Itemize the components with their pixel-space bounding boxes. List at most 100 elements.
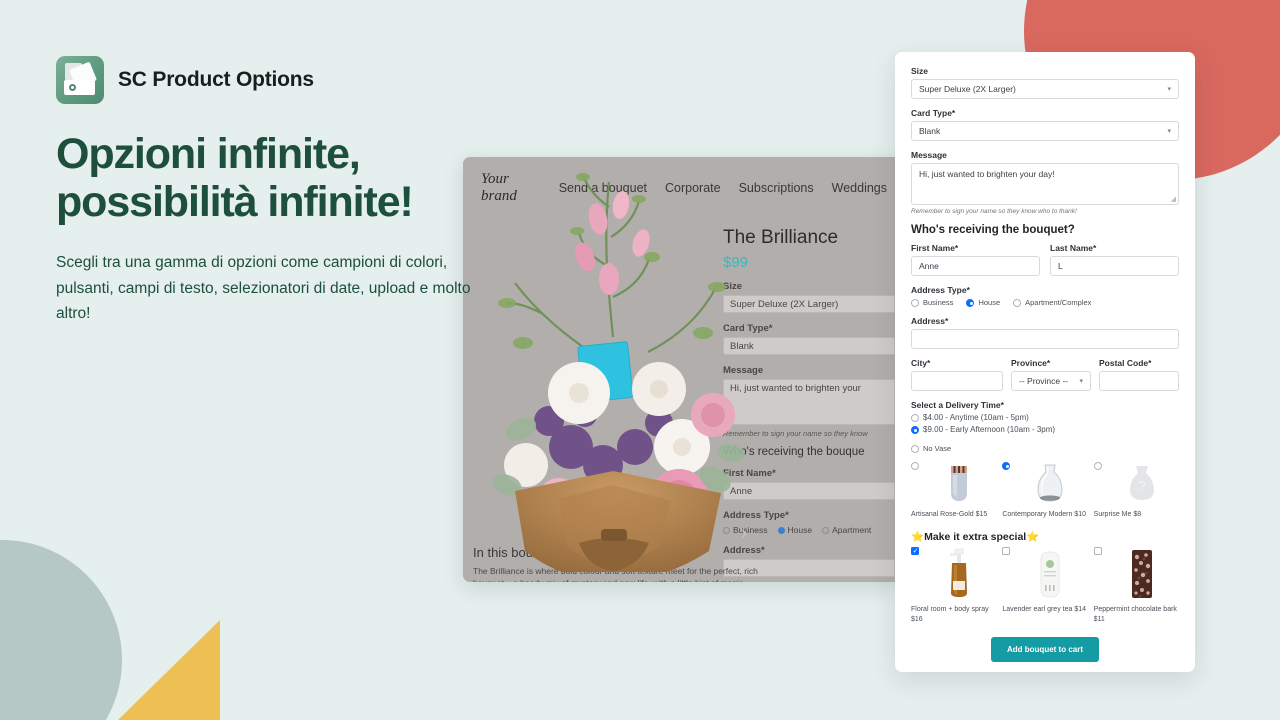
svg-text:?: ? — [1138, 478, 1145, 493]
city-label: City* — [911, 358, 931, 368]
checkbox-icon[interactable] — [1093, 547, 1102, 556]
postal-code-input[interactable] — [1099, 371, 1179, 391]
chevron-right-icon[interactable]: › — [741, 523, 747, 545]
vase-artisanal-rose-gold-image — [922, 462, 996, 506]
mock-receiving-heading: Who's receiving the bouque — [723, 446, 865, 458]
address-type-group[interactable]: Business House Apartment/Complex — [911, 298, 1179, 307]
mock-radio-apartment[interactable]: Apartment — [822, 525, 871, 535]
address-type-field: Address Type* Business House Apartment/C… — [911, 285, 1179, 307]
first-name-label: First Name* — [911, 243, 959, 253]
first-name-field: First Name* Anne — [911, 243, 1040, 276]
add-bouquet-to-cart-button[interactable]: Add bouquet to cart — [991, 637, 1099, 663]
addon-spray-caption: Floral room + body spray $16 — [911, 606, 989, 624]
first-name-input[interactable]: Anne — [911, 256, 1040, 276]
resize-grip-icon[interactable]: ◢ — [1171, 195, 1176, 203]
chevron-down-icon: ▾ — [1079, 378, 1083, 385]
mock-card-select[interactable]: Blank — [723, 337, 895, 355]
addon-chocolate-caption: Peppermint chocolate bark $11 — [1093, 606, 1177, 624]
delivery-time-group[interactable]: $4.00 - Anytime (10am - 5pm) $9.00 - Ear… — [911, 413, 1179, 434]
vase-options-group: Artisanal Rose-Gold $15 Contemporary Mod… — [911, 462, 1179, 519]
store-body: › In this bouquet The Brilliance is wher… — [463, 217, 905, 582]
nav-send-a-bouquet[interactable]: Send a bouquet — [559, 181, 647, 195]
address-type-label: Address Type* — [911, 285, 970, 295]
radio-apartment-label: Apartment/Complex — [1025, 298, 1092, 307]
mock-message-textarea[interactable]: Hi, just wanted to brighten your — [723, 379, 895, 425]
city-province-postal-row: City* Province* -- Province -- ▾ Postal … — [911, 358, 1179, 391]
size-label: Size — [911, 66, 929, 76]
spray-bottle-image — [922, 547, 996, 601]
addon-floral-room-body-spray[interactable]: Floral room + body spray $16 — [911, 547, 996, 625]
province-select[interactable]: -- Province -- ▾ — [1011, 371, 1091, 391]
address-label: Address* — [911, 316, 949, 326]
radio-circle-icon[interactable] — [1093, 462, 1102, 470]
addons-group: Floral room + body spray $16 — [911, 547, 1179, 625]
address-field: Address* — [911, 316, 1179, 349]
province-label: Province* — [1011, 358, 1051, 368]
about-title: In this bouquet — [473, 544, 559, 560]
last-name-input[interactable]: L — [1050, 256, 1179, 276]
delivery-time-label: Select a Delivery Time* — [911, 400, 1004, 410]
message-textarea[interactable]: Hi, just wanted to brighten your day! ◢ — [911, 163, 1179, 205]
addon-lavender-earl-grey-tea[interactable]: Lavender earl grey tea $14 — [1002, 547, 1087, 625]
radio-house[interactable]: House — [966, 298, 1000, 307]
size-value: Super Deluxe (2X Larger) — [919, 84, 1016, 94]
radio-circle-selected-icon — [966, 298, 975, 307]
last-name-label: Last Name* — [1050, 243, 1097, 253]
radio-delivery-early-afternoon[interactable]: $9.00 - Early Afternoon (10am - 3pm) — [911, 425, 1179, 434]
mock-radio-house[interactable]: House — [777, 525, 812, 535]
mock-card-label: Card Type* — [723, 323, 773, 334]
vase-option-surprise-me[interactable]: ? Surprise Me $8 — [1093, 462, 1179, 519]
card-type-value: Blank — [919, 126, 941, 136]
headline-line-2: possibilità infinite! — [56, 178, 414, 227]
product-options-form-panel: Size Super Deluxe (2X Larger) ▾ Card Typ… — [895, 52, 1195, 672]
city-input[interactable] — [911, 371, 1003, 391]
mock-message-hint: Remember to sign your name so they know — [723, 429, 868, 438]
nav-corporate[interactable]: Corporate — [665, 181, 721, 195]
about-text: The Brilliance is where bold colour and … — [473, 565, 758, 583]
vase-surprise-me-image: ? — [1105, 462, 1179, 506]
message-field: Message Hi, just wanted to brighten your… — [911, 150, 1179, 215]
radio-apartment-complex[interactable]: Apartment/Complex — [1013, 298, 1091, 307]
radio-circle-icon[interactable] — [911, 462, 919, 470]
province-field: Province* -- Province -- ▾ — [1011, 358, 1091, 391]
radio-circle-selected-icon[interactable] — [1002, 462, 1011, 470]
mock-size-select[interactable]: Super Deluxe (2X Larger) — [723, 295, 895, 313]
product-price: $99 — [723, 254, 749, 271]
postal-code-label: Postal Code* — [1099, 358, 1152, 368]
promo-banner: SC Product Options Opzioni infinite, pos… — [0, 0, 1280, 720]
nav-weddings[interactable]: Weddings — [832, 181, 887, 195]
last-name-field: Last Name* L — [1050, 243, 1179, 276]
checkbox-icon[interactable] — [1002, 547, 1011, 556]
card-type-select[interactable]: Blank ▾ — [911, 121, 1179, 141]
radio-delivery-anytime[interactable]: $4.00 - Anytime (10am - 5pm) — [911, 413, 1179, 422]
address-input[interactable] — [911, 329, 1179, 349]
size-select[interactable]: Super Deluxe (2X Larger) ▾ — [911, 79, 1179, 99]
vase-contemporary-modern-image — [1013, 462, 1087, 506]
radio-no-vase[interactable]: No Vase — [911, 444, 1179, 453]
decorative-triangle-gold — [118, 620, 220, 720]
receiving-heading: Who's receiving the bouquet? — [911, 224, 1075, 236]
addon-peppermint-chocolate-bark[interactable]: Peppermint chocolate bark $11 — [1093, 547, 1179, 625]
headline-line-1: Opzioni infinite, — [56, 130, 361, 178]
nav-subscriptions[interactable]: Subscriptions — [739, 181, 814, 195]
card-type-field: Card Type* Blank ▾ — [911, 108, 1179, 141]
chevron-down-icon: ▾ — [1167, 86, 1171, 93]
vase-option-artisanal-rose-gold[interactable]: Artisanal Rose-Gold $15 — [911, 462, 996, 519]
radio-circle-icon — [911, 444, 919, 453]
subcopy: Scegli tra una gamma di opzioni come cam… — [56, 254, 471, 323]
checkbox-checked-icon[interactable] — [911, 547, 919, 556]
radio-business[interactable]: Business — [911, 298, 953, 307]
mock-address-type-group[interactable]: Business House Apartment — [723, 525, 895, 535]
chocolate-bark-image — [1105, 547, 1179, 601]
message-value: Hi, just wanted to brighten your day! — [919, 169, 1055, 179]
vase-contemporary-caption: Contemporary Modern $10 — [1002, 511, 1086, 518]
radio-circle-icon — [1013, 298, 1022, 307]
delivery-time-field: Select a Delivery Time* $4.00 - Anytime … — [911, 400, 1179, 434]
mock-first-name-input[interactable]: Anne — [723, 482, 895, 500]
radio-circle-selected-icon — [911, 425, 919, 434]
mock-first-name-label: First Name* — [723, 468, 776, 479]
product-name: The Brilliance — [723, 227, 839, 248]
vase-option-contemporary-modern[interactable]: Contemporary Modern $10 — [1002, 462, 1087, 519]
radio-house-label: House — [978, 298, 1001, 307]
background-store-window: Your brand Send a bouquet Corporate Subs… — [463, 157, 905, 582]
